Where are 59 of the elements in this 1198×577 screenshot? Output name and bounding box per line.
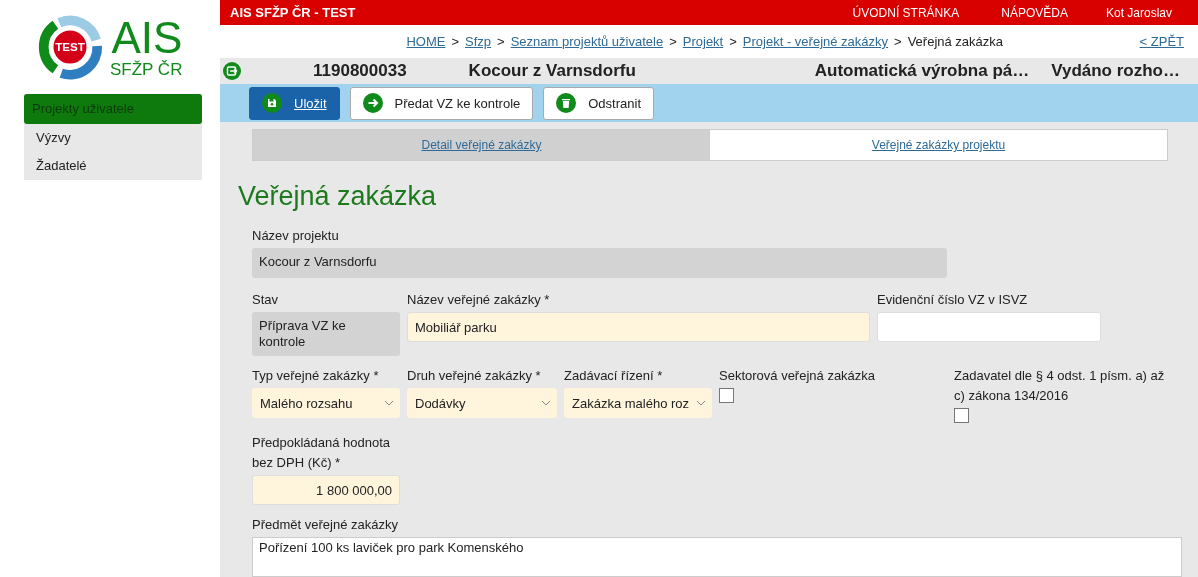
breadcrumb-separator: > — [497, 34, 505, 50]
text-field[interactable] — [877, 312, 1101, 342]
field-label: Typ veřejné zakázky * — [252, 367, 380, 385]
exit-icon[interactable] — [223, 62, 241, 81]
breadcrumb-separator: > — [669, 34, 677, 50]
sidebar-item[interactable]: Žadatelé — [24, 152, 202, 180]
checkbox[interactable] — [954, 408, 969, 423]
tab[interactable]: Veřejné zakázky projektu — [710, 130, 1167, 160]
app-title: AIS SFŽP ČR - TEST — [230, 5, 356, 21]
breadcrumb-link[interactable]: Sfzp — [465, 34, 492, 50]
arrow-right-icon — [362, 93, 383, 114]
submit-button[interactable]: Předat VZ ke kontrole — [349, 86, 534, 120]
delete-button[interactable]: Odstranit — [543, 86, 654, 120]
project-status: Vydáno rozho… — [1051, 61, 1180, 82]
chevron-down-icon — [384, 400, 394, 406]
breadcrumb-link[interactable]: HOME — [406, 34, 446, 50]
checkbox[interactable] — [719, 388, 734, 403]
chevron-down-icon — [541, 400, 551, 406]
text-field[interactable]: Mobiliář parku — [407, 312, 870, 342]
readonly-field: Příprava VZ ke kontrole — [252, 312, 400, 356]
readonly-field: Kocour z Varnsdorfu — [252, 248, 947, 278]
nav-link[interactable]: ÚVODNÍ STRÁNKA — [852, 5, 960, 20]
breadcrumb-link[interactable]: Seznam projektů uživatele — [510, 34, 664, 50]
back-link[interactable]: < ZPĚT — [1139, 34, 1184, 50]
trash-icon — [556, 93, 577, 114]
page-heading: Veřejná zakázka — [238, 181, 438, 212]
breadcrumb-separator: > — [729, 34, 737, 50]
save-button[interactable]: Uložit — [249, 86, 340, 120]
field-label: Druh veřejné zakázky * — [407, 367, 542, 385]
dropdown[interactable]: Zakázka malého roz — [564, 388, 712, 418]
field-label: Zadavatel dle § 4 odst. 1 písm. a) až c) zákona 134/2016 — [954, 367, 1166, 405]
field-label: Sektorová veřejná zakázka — [719, 367, 877, 385]
logo-subtitle: SFŽP ČR — [110, 61, 183, 78]
nav-link[interactable]: NÁPOVĚDA — [1001, 5, 1068, 20]
dropdown[interactable]: Dodávky — [407, 388, 557, 418]
breadcrumb-separator: > — [451, 34, 460, 50]
tab[interactable]: Detail veřejné zakázky — [253, 130, 710, 160]
text-area[interactable]: Pořízení 100 ks laviček pro park Komenského — [252, 537, 1182, 577]
breadcrumb-link[interactable]: Projekt — [682, 34, 724, 50]
field-label: Název projektu — [252, 227, 340, 245]
field-label: Název veřejné zakázky * — [407, 291, 551, 309]
floppy-disk-icon — [262, 93, 282, 114]
field-label: Zadávací řízení * — [564, 367, 664, 385]
sidebar-item[interactable]: Výzvy — [24, 124, 202, 152]
field-label: Evidenční číslo VZ v ISVZ — [877, 291, 1029, 309]
field-label: Předmět veřejné zakázky — [252, 516, 399, 534]
user-name[interactable]: Kot Jaroslav — [1105, 5, 1172, 20]
project-subject: Automatická výrobna pá… — [814, 61, 1030, 82]
number-field[interactable]: 1 800 000,00 — [252, 475, 400, 505]
logo-title: AIS — [111, 16, 183, 60]
breadcrumb-current: Veřejná zakázka — [907, 34, 1004, 50]
breadcrumb-separator: > — [894, 34, 902, 50]
field-label: Předpokládaná hodnota bez DPH (Kč) * — [252, 434, 392, 472]
field-label: Stav — [252, 291, 279, 309]
project-number: 1190800033 — [313, 61, 407, 82]
chevron-down-icon — [696, 400, 706, 406]
dropdown[interactable]: Malého rozsahu — [252, 388, 400, 418]
breadcrumb-link[interactable]: Projekt - veřejné zakázky — [742, 34, 889, 50]
project-name: Kocour z Varnsdorfu — [468, 61, 636, 82]
